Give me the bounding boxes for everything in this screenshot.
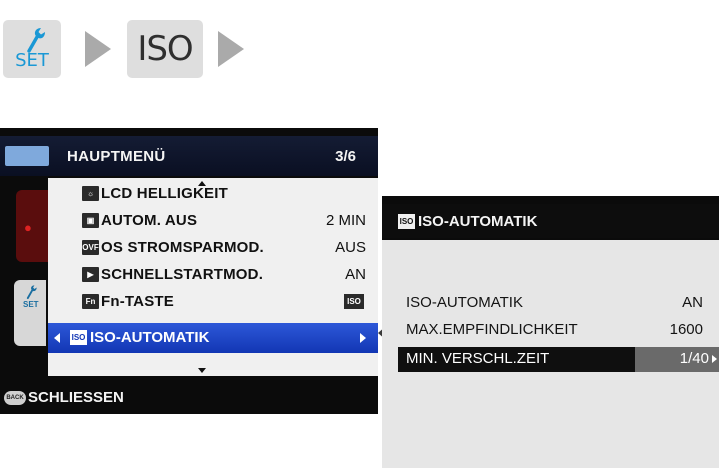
submenu-item-value: AN (682, 294, 703, 311)
tab-shooting[interactable]: ● (16, 190, 48, 262)
list-item-iso-auto-selected[interactable]: ISO ISO-AUTOMATIK (48, 323, 378, 353)
submenu-list: ISO-AUTOMATIK AN MAX.EMPFINDLICHKEIT 160… (382, 240, 719, 468)
footer-bar: BACK SCHLIESSEN (0, 384, 378, 414)
set-breadcrumb-step: SET (3, 20, 61, 78)
scroll-down-icon[interactable] (198, 368, 206, 373)
menu-item-label: ISO-AUTOMATIK (90, 329, 210, 346)
iso-auto-submenu-screen: ISO ISO-AUTOMATIK ISO-AUTOMATIK AN MAX.E… (382, 196, 719, 468)
list-item-auto-off[interactable]: ▣ AUTOM. AUS 2 MIN (48, 209, 378, 235)
menu-item-label: SCHNELLSTARTMOD. (101, 266, 264, 283)
menu-item-value: AN (345, 266, 366, 283)
fn-icon: Fn (82, 294, 99, 309)
submenu-title: ISO-AUTOMATIK (418, 213, 538, 230)
menu-item-value: AUS (335, 239, 366, 256)
list-item-fn-button[interactable]: Fn Fn-TASTE ISO (48, 290, 378, 316)
list-item-lcd-brightness[interactable]: ☼ LCD HELLIGKEIT (48, 182, 378, 208)
menu-item-value: 2 MIN (325, 212, 366, 229)
iso-icon: ISO (344, 294, 364, 309)
arrow-right-icon (360, 333, 366, 343)
iso-label: ISO (137, 29, 193, 69)
submenu-item-label: MIN. VERSCHL.ZEIT (406, 350, 550, 367)
submenu-header: ISO ISO-AUTOMATIK (382, 204, 719, 238)
close-label: SCHLIESSEN (28, 389, 124, 406)
arrow-right-icon (712, 355, 717, 363)
set-tab-label: SET (23, 300, 39, 309)
menu-item-label: OS STROMSPARMOD. (101, 239, 264, 256)
menu-tab-indicator (5, 146, 49, 166)
arrow-right-icon (85, 31, 111, 67)
lcd-brightness-icon: ☼ (82, 186, 99, 201)
arrow-left-icon (54, 333, 60, 343)
main-menu-title: HAUPTMENÜ (67, 148, 166, 165)
tab-setup[interactable]: SET (14, 280, 46, 346)
menu-item-label: LCD HELLIGKEIT (101, 185, 228, 202)
main-menu-header: HAUPTMENÜ 3/6 (0, 136, 378, 176)
submenu-item-label: MAX.EMPFINDLICHKEIT (406, 321, 578, 338)
list-item-quick-start[interactable]: ▶ SCHNELLSTARTMOD. AN (48, 263, 378, 289)
menu-item-label: Fn-TASTE (101, 293, 174, 310)
quick-start-icon: ▶ (82, 267, 99, 282)
auto-off-icon: ▣ (82, 213, 99, 228)
list-item-iso-auto[interactable]: ISO-AUTOMATIK AN (382, 291, 719, 316)
page-indicator: 3/6 (335, 148, 356, 165)
camera-icon: ● (24, 220, 32, 235)
iso-icon: ISO (70, 330, 87, 345)
main-menu-screen: HAUPTMENÜ 3/6 ● SET ☼ LCD HELLIGKEIT ▣ A… (0, 128, 378, 414)
submenu-item-value: 1/40 (679, 350, 709, 367)
submenu-item-value: 1600 (669, 321, 703, 338)
list-item-max-sensitivity[interactable]: MAX.EMPFINDLICHKEIT 1600 (382, 318, 719, 343)
iso-breadcrumb-step: ISO (127, 20, 203, 78)
iso-icon: ISO (398, 214, 415, 229)
list-item-min-shutter-speed-selected[interactable]: MIN. VERSCHL.ZEIT 1/40 (398, 347, 719, 372)
set-label: SET (15, 50, 49, 71)
list-item-ovf-power-save[interactable]: OVF OS STROMSPARMOD. AUS (48, 236, 378, 262)
back-button-icon[interactable]: BACK (4, 391, 26, 405)
menu-item-label: AUTOM. AUS (101, 212, 198, 229)
arrow-right-icon (218, 31, 244, 67)
ovf-icon: OVF (82, 240, 99, 255)
submenu-item-label: ISO-AUTOMATIK (406, 294, 523, 311)
wrench-icon (26, 285, 37, 300)
